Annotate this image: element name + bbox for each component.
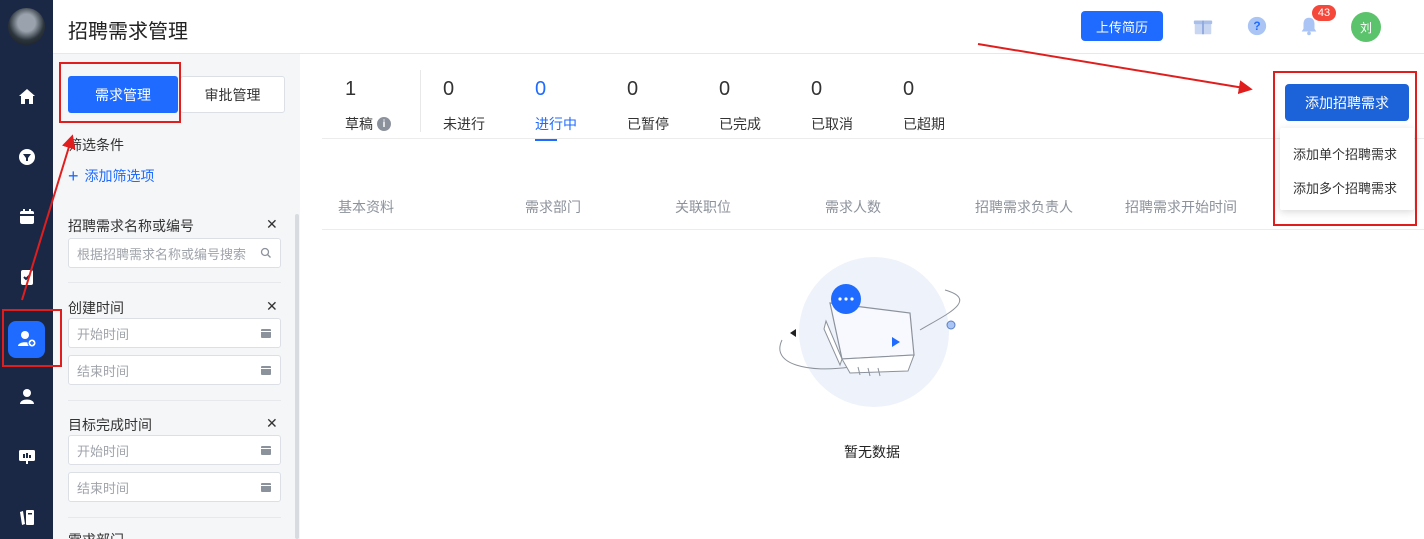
info-icon[interactable]: i [377,117,391,131]
close-icon[interactable]: ✕ [266,216,278,233]
filter-group-label: 目标完成时间 [68,417,152,433]
filter-scrollbar[interactable] [295,214,299,539]
date-placeholder: 结束时间 [77,480,130,496]
close-icon[interactable]: ✕ [266,298,278,315]
stat-draft[interactable]: 1 草稿 i [345,78,425,134]
gift-icon[interactable] [1191,14,1215,38]
date-placeholder: 开始时间 [77,326,130,342]
target-start-date-field[interactable]: 开始时间 [68,435,281,465]
stat-label: 未进行 [443,116,485,132]
calendar-icon [261,329,271,338]
stat-label: 已超期 [903,116,945,132]
annotation-box-recruit-nav [2,309,62,367]
filter-panel: 需求管理 审批管理 筛选条件 + 添加筛选项 招聘需求名称或编号 ✕ 根据招聘需… [53,54,300,539]
column-header: 招聘需求负责人 [975,199,1073,215]
help-icon[interactable]: ? [1245,14,1269,38]
divider [68,400,281,401]
stat-overdue[interactable]: 0 已超期 [903,78,983,134]
stat-label: 已暂停 [627,116,669,132]
divider [68,517,281,518]
stat-in-progress[interactable]: 0 进行中 [535,78,615,141]
books-icon[interactable] [0,497,53,537]
stat-paused[interactable]: 0 已暂停 [627,78,707,134]
stat-count: 0 [903,78,915,100]
column-header: 需求部门 [525,199,581,215]
empty-state-illustration [779,257,961,407]
stat-count: 0 [443,78,455,100]
stat-label-text: 草稿 [345,116,373,132]
stat-count: 0 [627,78,639,100]
filter-group-label: 创建时间 [68,300,124,316]
column-header: 招聘需求开始时间 [1125,199,1237,215]
stat-label: 已完成 [719,116,761,132]
calendar-icon [261,483,271,492]
nav-rail [0,0,53,539]
stat-label: 草稿 i [345,114,425,134]
column-header: 关联职位 [675,199,731,215]
user-avatar[interactable]: 刘 [1351,12,1381,42]
stat-count: 0 [719,78,731,100]
calendar-icon [261,446,271,455]
plus-icon: + [68,166,79,186]
stat-count: 0 [535,78,547,100]
annotation-box-demand-tab [59,62,181,123]
page-title: 招聘需求管理 [68,21,188,43]
home-icon[interactable] [0,77,53,117]
calendar-icon [261,366,271,375]
stat-cancelled[interactable]: 0 已取消 [811,78,891,134]
presentation-icon[interactable] [0,437,53,477]
app-avatar[interactable] [8,8,45,45]
search-icon [260,247,271,258]
target-end-date-field[interactable]: 结束时间 [68,472,281,502]
notification-badge: 43 [1312,5,1336,21]
add-filter-label: 添加筛选项 [84,168,155,184]
date-placeholder: 开始时间 [77,443,130,459]
table-header-divider [322,229,1424,230]
top-header: 招聘需求管理 上传简历 ? 43 刘 [53,0,1424,54]
stat-completed[interactable]: 0 已完成 [719,78,799,134]
search-placeholder: 根据招聘需求名称或编号搜索 [77,246,247,262]
active-tab-indicator [535,139,557,141]
upload-resume-button[interactable]: 上传简历 [1081,11,1163,41]
tab-approval-management[interactable]: 审批管理 [180,76,285,113]
chevron-down-icon[interactable]: ⌄ [266,530,278,539]
column-header: 基本资料 [338,199,394,215]
add-filter-button[interactable]: + 添加筛选项 [68,166,155,186]
user-icon[interactable] [0,377,53,417]
column-header: 需求人数 [825,199,881,215]
calendar-icon[interactable] [0,197,53,237]
create-end-date-field[interactable]: 结束时间 [68,355,281,385]
filter-title: 筛选条件 [68,137,124,153]
search-input[interactable]: 根据招聘需求名称或编号搜索 [68,238,281,268]
stats-divider [322,138,1424,139]
stat-label: 已取消 [811,116,853,132]
stat-count: 0 [811,78,823,100]
stat-count: 1 [345,78,357,100]
svg-text:?: ? [1253,19,1260,33]
stat-label: 进行中 [535,116,577,132]
close-icon[interactable]: ✕ [266,415,278,432]
filter-group-label: 招聘需求名称或编号 [68,218,194,234]
clipboard-check-icon[interactable] [0,257,53,297]
funnel-icon[interactable] [0,137,53,177]
divider [68,282,281,283]
empty-state-text: 暂无数据 [844,444,900,460]
create-start-date-field[interactable]: 开始时间 [68,318,281,348]
filter-group-label: 需求部门 [68,530,124,539]
stat-separator [420,70,421,132]
date-placeholder: 结束时间 [77,363,130,379]
stat-not-started[interactable]: 0 未进行 [443,78,523,134]
annotation-box-add-demand [1273,71,1417,226]
